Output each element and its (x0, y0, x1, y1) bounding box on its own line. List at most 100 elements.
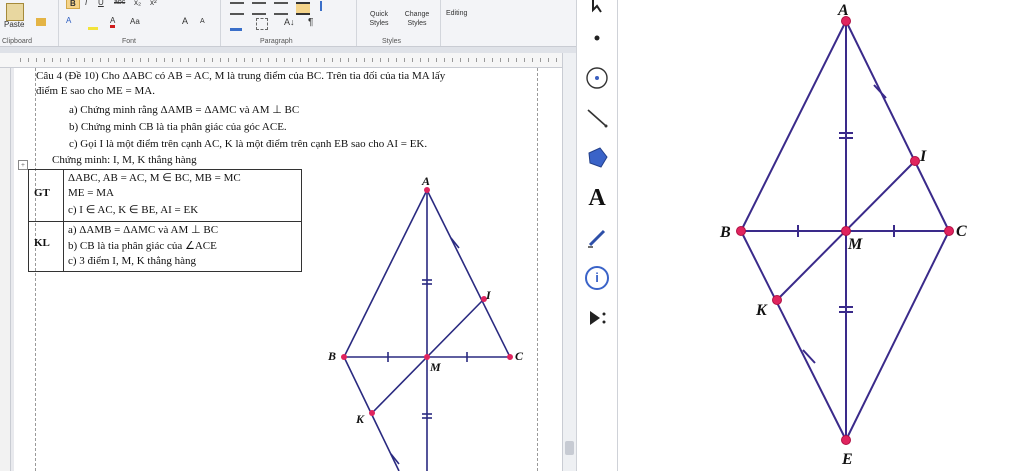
point-e[interactable] (841, 435, 851, 445)
ruler-tick (524, 58, 525, 62)
ruler-tick (28, 58, 29, 62)
styles-label: Styles (382, 38, 402, 45)
geometry-figure[interactable]: A B C M I K E (618, 0, 1024, 471)
ruler-tick (300, 58, 301, 62)
document-page[interactable]: Câu 4 (Đề 10) Cho ΔABC có AB = AC, M là … (14, 68, 562, 471)
ruler-tick (316, 58, 317, 62)
bold-button[interactable]: B (66, 0, 80, 9)
paragraph-label: Paragraph (260, 38, 293, 45)
label-k: K (755, 302, 768, 319)
ruler-tick (548, 58, 549, 62)
ruler-tick (500, 58, 501, 62)
strikethrough-button[interactable]: abc (114, 0, 125, 6)
font-color-button[interactable]: A (110, 16, 116, 28)
borders-icon[interactable] (256, 18, 268, 30)
point-k (369, 410, 375, 416)
label-b: B (719, 224, 731, 241)
ruler-tick (492, 58, 493, 62)
ruler-tick (332, 58, 333, 62)
ribbon: Paste Clipboard B I U abc x₂ x² A A Aa A… (0, 0, 576, 47)
paste-icon[interactable] (6, 3, 24, 21)
paste-button[interactable]: Paste (4, 20, 24, 29)
ruler-tick (156, 58, 157, 62)
subscript-button[interactable]: x₂ (134, 0, 141, 7)
ruler-tick (308, 58, 309, 62)
line-icon[interactable] (581, 102, 613, 134)
label-b: B (327, 349, 336, 363)
ruler-tick (92, 58, 93, 62)
ruler-tick (516, 58, 517, 62)
justify-icon[interactable] (296, 2, 310, 15)
ruler-tick (268, 58, 269, 62)
ruler-tick (324, 58, 325, 62)
document-scrollbar[interactable] (562, 53, 576, 471)
ruler-tick (172, 58, 173, 62)
ruler-tick (540, 58, 541, 62)
circle-icon[interactable] (581, 62, 613, 94)
ruler-tick (220, 58, 221, 62)
align-left-icon[interactable] (230, 2, 244, 15)
editing-button[interactable]: Editing (446, 10, 467, 17)
font-group: B I U abc x₂ x² A A Aa A A Font (58, 0, 221, 46)
segment-ce[interactable] (845, 230, 950, 441)
ruler-tick (396, 58, 397, 62)
segment-ab[interactable] (740, 20, 847, 232)
ruler-tick (508, 58, 509, 62)
move-arrow-icon[interactable] (581, 0, 613, 20)
change-styles-button[interactable]: Change Styles (400, 10, 434, 28)
point-b[interactable] (736, 226, 746, 236)
ruler-tick (276, 58, 277, 62)
underline-button[interactable]: U (98, 0, 104, 7)
ruler-tick (244, 58, 245, 62)
point-i[interactable] (910, 156, 920, 166)
highlight-color-icon[interactable] (88, 18, 98, 30)
label-c: C (515, 349, 524, 363)
label-c: C (956, 223, 967, 240)
text-effects-button[interactable]: A (66, 16, 71, 25)
ruler-tick (372, 58, 373, 62)
quick-styles-button[interactable]: Quick Styles (366, 10, 392, 28)
point-icon[interactable] (581, 22, 613, 54)
align-center-icon[interactable] (252, 2, 266, 15)
grow-font-button[interactable]: A (182, 16, 188, 26)
align-right-icon[interactable] (274, 2, 288, 15)
shrink-font-button[interactable]: A (200, 18, 205, 25)
info-icon[interactable]: i (581, 262, 613, 294)
vertical-ruler[interactable] (0, 68, 11, 471)
ruler-tick (436, 58, 437, 62)
format-painter-icon[interactable] (36, 18, 46, 26)
point-c[interactable] (944, 226, 954, 236)
ruler-tick (204, 58, 205, 62)
label-a: A (837, 2, 849, 19)
ruler-tick (84, 58, 85, 62)
ruler-tick (260, 58, 261, 62)
italic-button[interactable]: I (85, 0, 87, 7)
ruler-tick (212, 58, 213, 62)
ruler-tick (388, 58, 389, 62)
info-glyph: i (585, 266, 609, 290)
ruler-tick (420, 58, 421, 62)
segment-ac[interactable] (845, 20, 950, 232)
segment-ac (426, 189, 511, 358)
point-k[interactable] (772, 295, 782, 305)
ruler-tick (364, 58, 365, 62)
styles-group: Quick Styles Change Styles Styles (356, 0, 441, 46)
shading-icon[interactable] (230, 20, 242, 31)
segment-be[interactable] (740, 230, 847, 441)
ruler-tick (428, 58, 429, 62)
horizontal-ruler[interactable] (0, 53, 576, 68)
superscript-button[interactable]: x² (150, 0, 157, 7)
ruler-tick (44, 58, 45, 62)
geometry-canvas[interactable]: A B C M I K E (618, 0, 1024, 471)
point-m[interactable] (841, 226, 851, 236)
sort-icon[interactable]: A↓ (284, 17, 295, 27)
polygon-icon[interactable] (581, 142, 613, 174)
text-icon[interactable]: A (581, 182, 613, 214)
change-case-button[interactable]: Aa (130, 17, 140, 26)
clipboard-group: Paste Clipboard (0, 0, 59, 46)
play-icon[interactable] (581, 302, 613, 334)
pen-icon[interactable] (581, 222, 613, 254)
line-spacing-icon[interactable] (320, 1, 332, 11)
pilcrow-icon[interactable]: ¶ (308, 17, 313, 28)
scroll-thumb[interactable] (565, 441, 574, 455)
